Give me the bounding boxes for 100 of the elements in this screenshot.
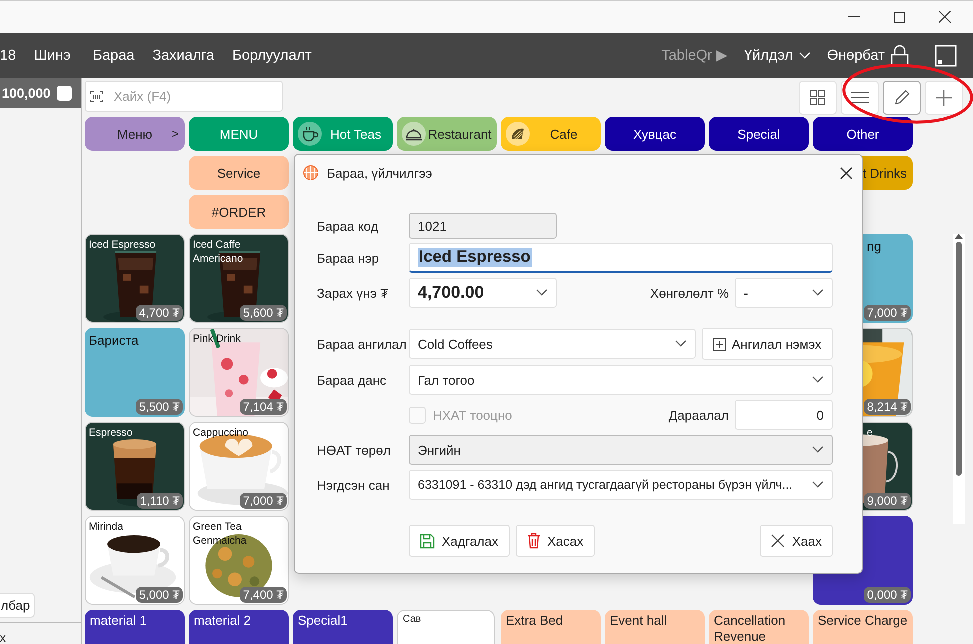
product-tile[interactable]: Pink Drink 7,104 ₮ [189,328,289,417]
code-field[interactable]: 1021 [409,213,557,239]
menu-item[interactable]: Шинэ [34,48,71,64]
price-dropdown[interactable]: 4,700.00 [409,278,557,308]
actions-menu[interactable]: Үйлдэл [744,48,794,64]
chevron-icon [812,446,824,454]
product-tile[interactable]: Espresso 1,110 ₮ [85,422,185,511]
checkbox-label: НХАТ тооцно [433,408,512,422]
product-tile[interactable]: material 2 [189,610,289,644]
category-button[interactable]: Меню > [85,117,185,151]
price-badge: 4,700 ₮ [136,305,183,321]
menu-icon [851,92,869,104]
add-category-button[interactable]: Ангилал нэмэх [702,328,833,360]
classification-dropdown[interactable]: 6331091 - 63310 дэд ангид тусгагдаагүй рестораны бүрэн үйлч... [409,470,833,500]
menu-item[interactable]: Захиалга [152,48,214,64]
price-badge: 8,214 ₮ [864,399,911,415]
grid-icon [810,90,826,106]
product-name: Mirinda [89,520,124,534]
product-tile[interactable]: Iced Espresso 4,700 ₮ [85,234,185,323]
product-tile[interactable]: Iced Caffe Americano 5,600 ₮ [189,234,289,323]
minimize-icon[interactable] [848,16,860,18]
discount-dropdown[interactable]: - [735,278,833,308]
product-name: Espresso [89,426,134,440]
product-tile[interactable]: Сав [397,610,495,644]
panel-footer-text: х [0,631,6,644]
category-button[interactable]: Special [709,117,809,151]
product-tile[interactable]: Special1 [293,610,393,644]
chevron-icon [799,52,812,60]
menu-item[interactable]: Бараа [92,48,135,64]
price-badge: 7,104 ₮ [240,399,287,415]
product-tile[interactable]: material 1 [85,610,185,644]
category-button[interactable]: Хувцас [605,117,705,151]
delete-button[interactable]: Хасах [516,525,595,557]
plus-icon [935,89,953,107]
menu-item[interactable]: 18 [0,48,16,64]
product-tile[interactable]: Extra Bed [501,610,601,644]
close-icon[interactable] [939,11,951,23]
field-label: Бараа нэр [317,250,380,266]
product-tile[interactable]: Mirinda 5,000 ₮ [85,516,185,605]
price-badge: 9,000 ₮ [864,493,911,509]
field-label: Бараа ангилал [317,336,408,352]
menu-item[interactable]: Борлуулалт [232,48,312,64]
scrollbar[interactable] [953,234,965,524]
field-label: Дараалал [668,408,729,422]
product-name: Pink Drink [193,332,242,346]
price-badge: 7,400 ₮ [240,587,287,603]
product-tile[interactable]: Service Charge [813,610,913,644]
table-qr-link[interactable]: TableQr ▶ [662,47,728,64]
field-label: Хөнгөлөлт % [650,286,729,300]
vat-type-dropdown[interactable]: Энгийн [409,435,833,465]
caret-icon: > [172,127,179,141]
name-field[interactable]: Iced Espresso [409,243,833,273]
dialog-title: Бараа, үйлчилгээ [327,166,432,180]
category-dropdown[interactable]: Cold Coffees [409,329,696,359]
price-badge: 7,000 ₮ [864,305,911,321]
account-dropdown[interactable]: Гал тогоо [409,365,833,395]
product-name: Iced Espresso [89,238,157,252]
product-name: Бариста [89,332,140,350]
cloche-icon [402,122,426,146]
save-icon [420,534,435,548]
product-name: ng [867,238,882,256]
name-value: Iced Espresso [418,248,532,267]
close-button[interactable]: Хаах [760,525,833,557]
checkbox[interactable] [56,86,72,100]
lock-icon[interactable] [891,44,909,66]
pencil-icon [893,89,911,107]
chevron-icon [812,481,824,489]
price-badge: 0,000 ₮ [864,587,911,603]
maximize-icon[interactable] [894,12,905,22]
product-tile[interactable]: Cappuccino 7,000 ₮ [189,422,289,511]
panel-button[interactable]: лбар [0,593,36,618]
order-field[interactable]: 0 [735,400,833,430]
chevron-icon [812,376,824,384]
close-icon[interactable] [840,166,853,180]
category-button[interactable]: Cafe [501,117,601,151]
view-button[interactable] [883,81,921,115]
chevron-icon [674,340,687,348]
category-button[interactable]: Restaurant [397,117,497,151]
product-name: Cappuccino [193,426,250,440]
price-badge: 5,500 ₮ [136,399,183,415]
product-tile[interactable]: Cancellation Revenue [709,610,809,644]
field-label: Бараа код [317,218,380,234]
field-label: Нэгдсэн сан [317,478,391,492]
price-badge: 1,110 ₮ [137,493,183,509]
field-label: НӨАТ төрөл [317,442,392,458]
field-label: Зарах үнэ ₮ [317,286,390,300]
product-tile[interactable]: Event hall [605,610,705,644]
category-button[interactable]: Service [189,156,289,190]
product-tile[interactable]: Бариста 5,500 ₮ [85,328,185,417]
category-button[interactable]: Other [813,117,913,151]
price-badge: 5,000 ₮ [136,587,183,603]
globe-icon [303,165,319,181]
category-button[interactable]: #ORDER [189,195,289,229]
plus-box-icon [713,338,726,350]
scroll-up-icon[interactable] [955,234,963,239]
balance-amount: 100,000 [2,86,51,100]
user-name: Өнөрбат [827,48,885,64]
window-icon[interactable] [935,44,957,66]
croissant-icon [506,122,530,146]
save-button[interactable]: Хадгалах [409,525,510,557]
